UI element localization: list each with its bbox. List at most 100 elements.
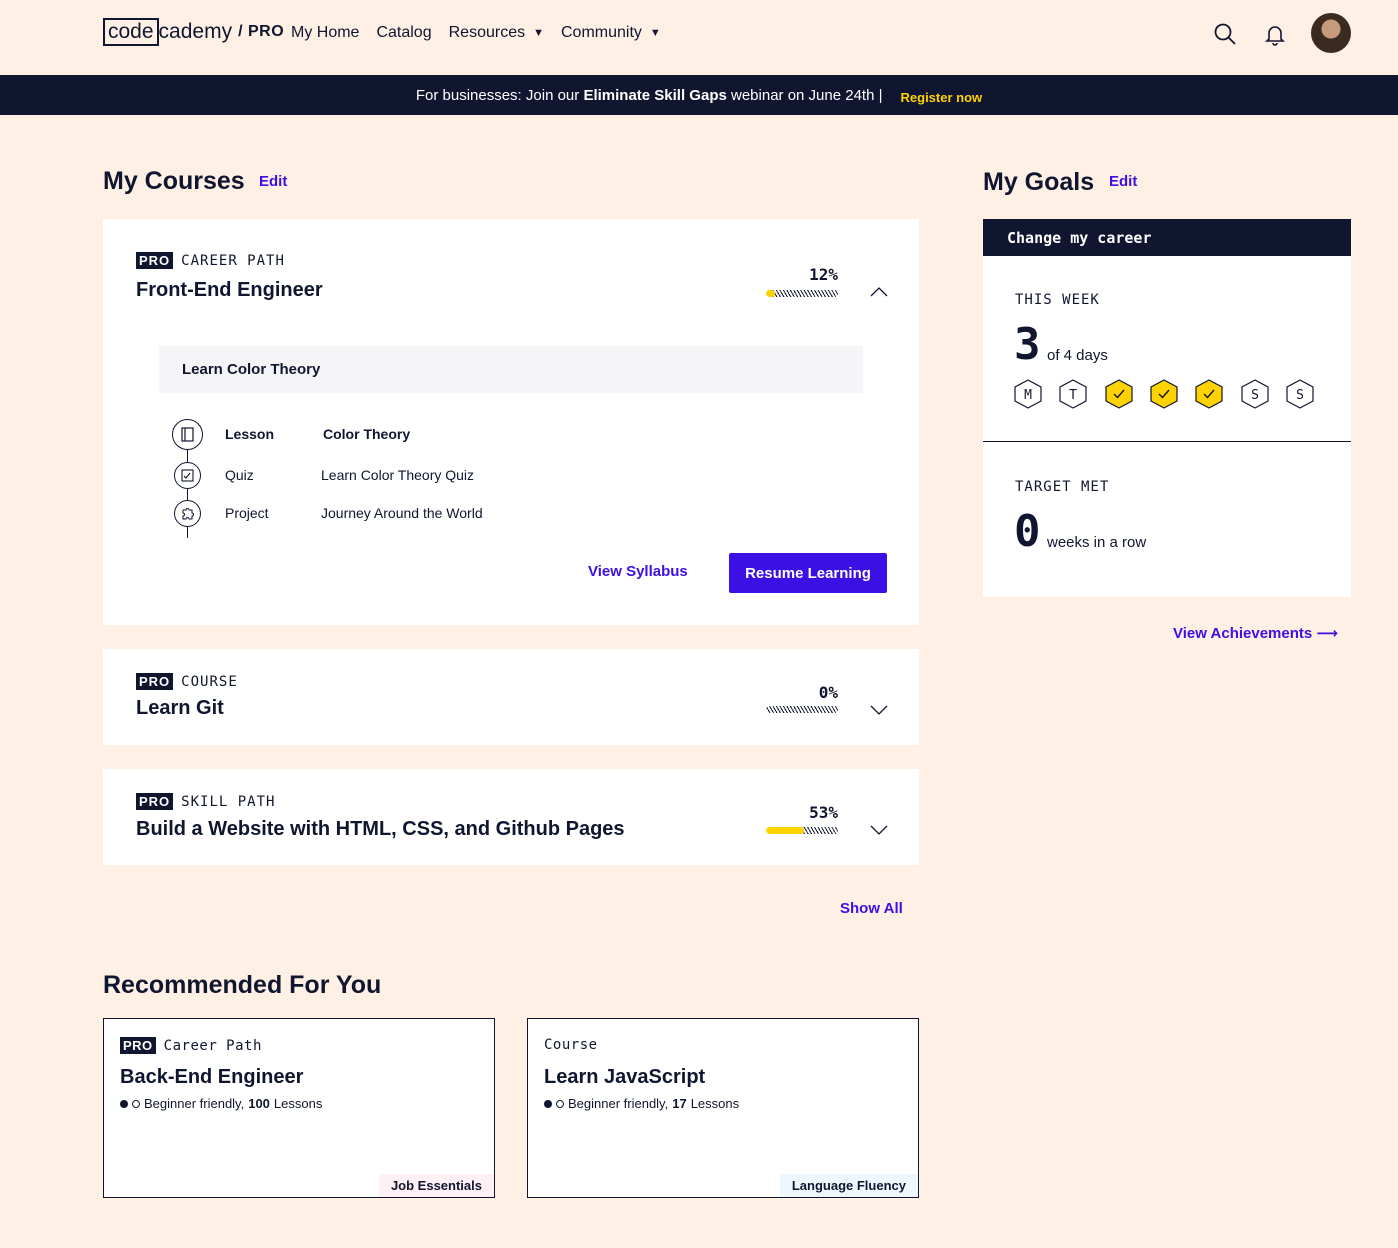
difficulty-empty-dot-icon (132, 1099, 140, 1108)
step-type: Lesson (225, 426, 275, 442)
progress-bar (766, 706, 838, 713)
difficulty-filled-dot-icon (544, 1099, 552, 1108)
progress-percent: 12% (809, 265, 838, 284)
day-hex-icon: S (1240, 379, 1269, 409)
course-card-learn-git: PRO COURSE Learn Git 0% (103, 649, 919, 745)
recommended-card-javascript[interactable]: Course Learn JavaScript Beginner friendl… (527, 1018, 919, 1198)
day-hex-icon: T (1059, 379, 1087, 409)
day-letter: T (1069, 388, 1077, 403)
course-title[interactable]: Build a Website with HTML, CSS, and Gith… (136, 818, 625, 841)
quiz-icon (174, 462, 201, 489)
goals-edit-link[interactable]: Edit (1109, 173, 1137, 190)
view-achievements-link[interactable]: View Achievements ⟶ (1173, 624, 1338, 642)
progress-bar-fill (766, 290, 775, 297)
course-kind: PRO CAREER PATH (136, 252, 285, 269)
pro-badge: PRO (136, 252, 174, 269)
this-week-label: THIS WEEK (1015, 292, 1100, 308)
days-done-count: 3 (1014, 319, 1041, 370)
nav-community-label: Community (560, 24, 642, 41)
course-card-front-end: PRO CAREER PATH Front-End Engineer 12% L… (103, 219, 919, 625)
weeks-sub: weeks in a row (1047, 534, 1147, 551)
view-achievements-label: View Achievements (1173, 625, 1313, 642)
caret-down-icon: ▼ (649, 27, 661, 39)
pro-badge: PRO (136, 793, 174, 810)
rec-meta: Beginner friendly, 17 Lessons (544, 1096, 739, 1111)
resume-learning-button[interactable]: Resume Learning (729, 553, 887, 593)
difficulty-filled-dot-icon (120, 1099, 128, 1108)
rec-title: Learn JavaScript (544, 1066, 706, 1088)
main-nav: My Home Catalog Resources ▼ Community ▼ (291, 24, 661, 42)
course-kind-label: SKILL PATH (181, 793, 276, 810)
progress-bar (766, 290, 838, 297)
days-done-sub: of 4 days (1047, 347, 1108, 364)
day-completed-hex-icon (1104, 379, 1133, 409)
nav-catalog[interactable]: Catalog (376, 24, 431, 42)
banner-text-before: For businesses: Join our (415, 86, 580, 104)
chevron-down-icon[interactable] (870, 705, 888, 715)
rec-lessons-label: Lessons (273, 1096, 323, 1111)
rec-kind-label: Course (544, 1037, 598, 1053)
rec-meta: Beginner friendly, 100 Lessons (120, 1096, 322, 1111)
register-now-link[interactable]: Register now (901, 90, 983, 105)
step-type: Quiz (225, 467, 254, 483)
view-syllabus-link[interactable]: View Syllabus (588, 563, 688, 580)
user-avatar[interactable] (1311, 13, 1351, 53)
logo-code: code (103, 18, 159, 46)
show-all-link[interactable]: Show All (840, 900, 903, 917)
codecademy-logo[interactable]: code cademy / PRO (103, 18, 284, 46)
search-icon[interactable] (1213, 22, 1237, 46)
book-icon (172, 419, 203, 450)
progress-bar (766, 827, 838, 834)
day-completed-hex-icon (1150, 379, 1178, 409)
my-goals-title: My Goals (983, 168, 1095, 196)
goal-header: Change my career (983, 219, 1351, 256)
nav-resources-label: Resources (448, 24, 526, 41)
nav-resources[interactable]: Resources ▼ (449, 24, 544, 42)
step-name[interactable]: Learn Color Theory Quiz (321, 467, 474, 483)
day-hex-icon: S (1286, 379, 1314, 409)
progress-bar-fill (766, 827, 805, 834)
chevron-up-icon[interactable] (870, 287, 888, 297)
course-title[interactable]: Front-End Engineer (136, 279, 323, 302)
pro-badge: PRO (136, 673, 174, 690)
goals-card: Change my career THIS WEEK 3 of 4 days M… (983, 219, 1351, 597)
weeks-count: 0 (1014, 506, 1041, 557)
progress-percent: 53% (809, 803, 838, 822)
courses-edit-link[interactable]: Edit (259, 173, 287, 190)
goal-divider (983, 441, 1351, 442)
day-completed-hex-icon (1195, 379, 1223, 409)
course-kind: PRO SKILL PATH (136, 793, 275, 810)
rec-lessons-label: Lessons (690, 1096, 740, 1111)
rec-tag: Language Fluency (779, 1174, 918, 1197)
day-letter: S (1296, 388, 1304, 403)
nav-community[interactable]: Community ▼ (561, 24, 661, 42)
chevron-down-icon[interactable] (870, 825, 888, 835)
step-type: Project (225, 505, 269, 521)
course-title[interactable]: Learn Git (136, 697, 224, 720)
rec-lessons-count: 17 (672, 1096, 687, 1111)
recommended-title: Recommended For You (103, 971, 382, 999)
step-name[interactable]: Color Theory (323, 426, 410, 442)
rec-level: Beginner friendly, (568, 1096, 669, 1111)
course-kind: PRO COURSE (136, 673, 238, 690)
pro-badge: PRO (120, 1037, 156, 1054)
recommended-card-back-end[interactable]: PRO Career Path Back-End Engineer Beginn… (103, 1018, 495, 1198)
step-name[interactable]: Journey Around the World (321, 505, 483, 521)
rec-kind: PRO Career Path (120, 1037, 262, 1054)
nav-my-home[interactable]: My Home (291, 24, 359, 42)
day-letter: M (1024, 388, 1032, 403)
banner-text-after: webinar on June 24th | (731, 86, 883, 104)
rec-level: Beginner friendly, (144, 1096, 245, 1111)
current-module-box: Learn Color Theory (159, 346, 863, 393)
logo-pro: / PRO (238, 23, 285, 40)
target-met-label: TARGET MET (1015, 479, 1110, 495)
top-header: code cademy / PRO My Home Catalog Resour… (0, 0, 1398, 75)
rec-title: Back-End Engineer (120, 1066, 304, 1088)
rec-lessons-count: 100 (248, 1096, 270, 1111)
bell-icon[interactable] (1263, 22, 1287, 46)
course-kind-label: COURSE (181, 673, 238, 690)
promo-banner: For businesses: Join our Eliminate Skill… (0, 75, 1398, 115)
caret-down-icon: ▼ (533, 27, 544, 39)
progress-percent: 0% (818, 683, 838, 702)
difficulty-empty-dot-icon (556, 1099, 564, 1108)
